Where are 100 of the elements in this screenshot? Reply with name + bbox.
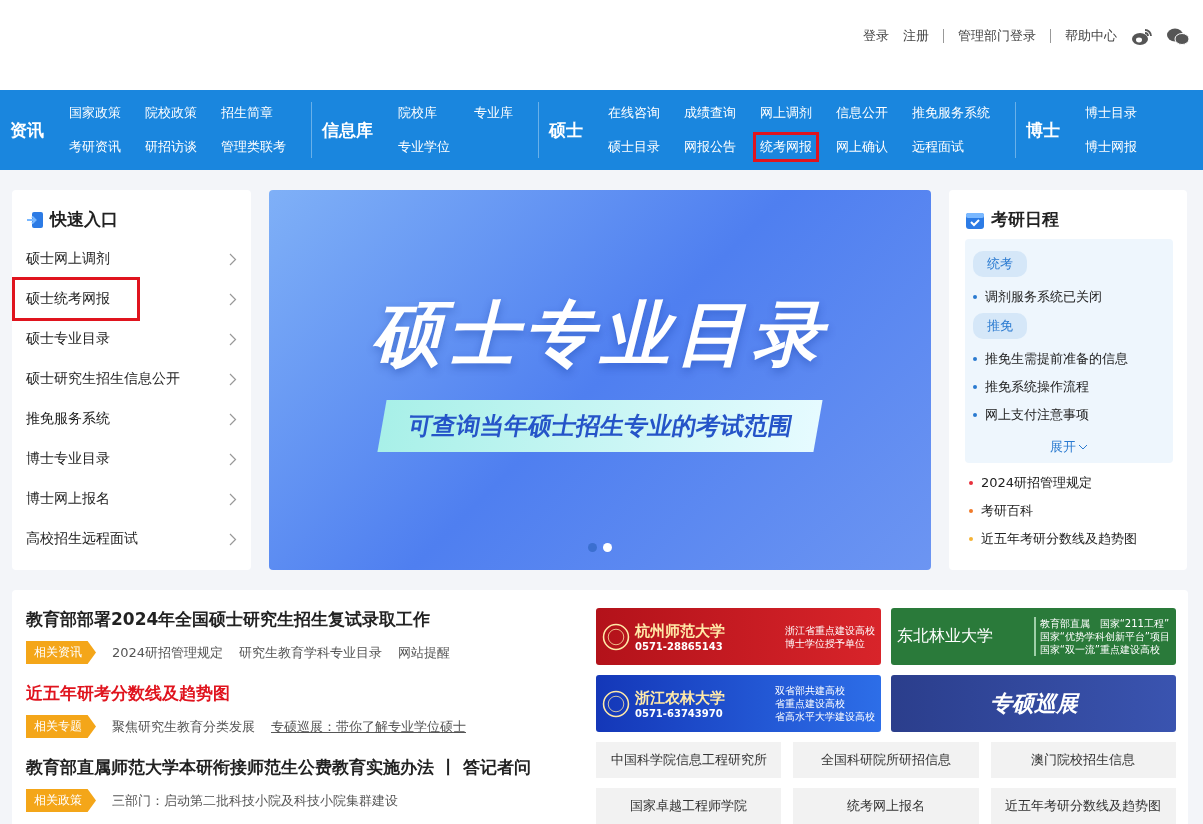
quick-link-button[interactable]: 全国科研院所研招信息 <box>793 742 979 778</box>
news-link[interactable]: 三部门：启动第二批科技小院及科技小院集群建设 <box>112 791 398 810</box>
nav-link[interactable]: 院校库 <box>391 98 457 128</box>
news-headline[interactable]: 教育部直属师范大学本研衔接师范生公费教育实施办法 丨 答记者问 <box>26 756 586 779</box>
nav-section-title: 信息库 <box>322 118 373 142</box>
banner-title: 浙江农林大学 <box>635 688 725 708</box>
banner-phone: 0571-63743970 <box>635 707 724 719</box>
ad-banner[interactable]: 杭州师范大学 0571-28865143 浙江省重点建设高校 博士学位授予单位 <box>596 608 881 665</box>
banner-phone: 0571-28865143 <box>635 640 724 652</box>
nav-section-title: 硕士 <box>549 118 583 142</box>
quick-link-button[interactable]: 近五年考研分数线及趋势图 <box>990 788 1176 824</box>
banner-text: 省重点建设高校 <box>775 697 846 710</box>
news-link[interactable]: 2024研招管理规定 <box>112 643 224 662</box>
news-tag: 相关资讯 <box>26 641 96 664</box>
card-title: 考研日程 <box>991 208 1059 231</box>
carousel-slide[interactable]: 硕士专业目录 可查询当年硕士招生专业的考试范围 <box>269 190 931 570</box>
wechat-icon[interactable] <box>1167 28 1189 46</box>
nav-link[interactable]: 成绩查询 <box>677 98 743 128</box>
nav-link[interactable]: 博士网报 <box>1078 132 1144 162</box>
schedule-link[interactable]: 近五年考研分数线及趋势图 <box>981 530 1137 548</box>
nav-link[interactable]: 网报公告 <box>677 132 743 162</box>
ad-banner[interactable]: 浙江农林大学 0571-63743970 双省部共建高校 省重点建设高校 省高水平大学建设高校 <box>596 675 881 732</box>
nav-link[interactable]: 网上调剂 <box>753 98 819 128</box>
schedule-link[interactable]: 推免生需提前准备的信息 <box>985 350 1128 368</box>
nav-link[interactable]: 国家政策 <box>62 98 128 128</box>
bullet-icon <box>973 413 977 417</box>
banner-text: 浙江省重点建设高校 <box>785 623 875 637</box>
banner-text: 双省部共建高校 <box>775 684 846 697</box>
schedule-link[interactable]: 考研百科 <box>981 502 1033 520</box>
ad-banner[interactable]: 东北林业大学 教育部直属 国家“211工程” 国家“优势学科创新平台”项目 国家“双一流”重点建设高校 <box>891 608 1176 665</box>
category-tag: 统考 <box>973 251 1027 277</box>
nav-link[interactable]: 硕士目录 <box>601 132 667 162</box>
schedule-link[interactable]: 2024研招管理规定 <box>981 474 1093 492</box>
nav-link[interactable]: 研招访谈 <box>138 132 204 162</box>
nav-link[interactable]: 博士目录 <box>1078 98 1144 128</box>
chevron-right-icon <box>229 452 237 466</box>
chevron-right-icon <box>229 492 237 506</box>
banner-text: 教育部直属 国家“211工程” <box>1039 617 1170 630</box>
header-link[interactable]: 帮助中心 <box>1065 26 1117 46</box>
nav-link[interactable]: 统考网报 <box>753 132 819 162</box>
quick-entry-link[interactable]: 硕士研究生招生信息公开 <box>26 370 180 388</box>
schedule-link[interactable]: 调剂服务系统已关闭 <box>985 288 1102 306</box>
quick-entry-link[interactable]: 硕士专业目录 <box>26 330 110 348</box>
bullet-icon <box>973 357 977 361</box>
nav-link[interactable]: 网上确认 <box>829 132 895 162</box>
chevron-right-icon <box>229 332 237 346</box>
category-tag: 推免 <box>973 313 1027 339</box>
news-headline[interactable]: 教育部部署2024年全国硕士研究生招生复试录取工作 <box>26 608 586 631</box>
quick-entry-link[interactable]: 博士网上报名 <box>26 490 110 508</box>
nav-link[interactable]: 专业学位 <box>391 132 457 162</box>
schedule-link[interactable]: 推免系统操作流程 <box>985 378 1089 396</box>
nav-link[interactable]: 推免服务系统 <box>905 98 997 128</box>
news-link[interactable]: 网站提醒 <box>398 643 451 662</box>
nav-link[interactable]: 考研资讯 <box>62 132 128 162</box>
quick-link-button[interactable]: 澳门院校招生信息 <box>990 742 1176 778</box>
banner-title: 东北林业大学 <box>897 626 993 647</box>
quick-link-button[interactable]: 国家卓越工程师学院 <box>596 788 782 824</box>
banner-title: 杭州师范大学 <box>635 621 725 641</box>
carousel-dot[interactable] <box>603 543 612 552</box>
nav-link[interactable]: 远程面试 <box>905 132 997 162</box>
quick-link-button[interactable]: 中国科学院信息工程研究所 <box>596 742 782 778</box>
nav-link[interactable]: 在线咨询 <box>601 98 667 128</box>
quick-entry-link[interactable]: 硕士网上调剂 <box>26 250 110 268</box>
chevron-right-icon <box>229 252 237 266</box>
news-link[interactable]: 专硕巡展：带你了解专业学位硕士 <box>271 717 466 736</box>
quick-entry-link[interactable]: 硕士统考网报 <box>26 290 110 308</box>
header-link[interactable]: 管理部门登录 <box>958 26 1036 46</box>
news-tag: 相关政策 <box>26 789 96 812</box>
chevron-right-icon <box>229 292 237 306</box>
ad-banner[interactable]: 专硕巡展 <box>891 675 1176 732</box>
bullet-icon <box>973 295 977 299</box>
banner-text: 国家“双一流”重点建设高校 <box>1039 643 1161 656</box>
header-link[interactable]: 登录 <box>863 26 889 46</box>
slide-title: 硕士专业目录 <box>372 292 828 377</box>
weibo-icon[interactable] <box>1131 28 1153 46</box>
quick-entry-link[interactable]: 博士专业目录 <box>26 450 110 468</box>
expand-button[interactable]: 展开 <box>1044 437 1094 457</box>
banner-text: 博士学位授予单位 <box>785 636 866 650</box>
nav-link[interactable]: 管理类联考 <box>214 132 293 162</box>
nav-section-title: 博士 <box>1026 118 1060 142</box>
nav-section-title: 资讯 <box>10 118 44 142</box>
chevron-right-icon <box>229 412 237 426</box>
news-link[interactable]: 研究生教育学科专业目录 <box>239 643 383 662</box>
news-link[interactable]: 聚焦研究生教育分类发展 <box>112 717 255 736</box>
nav-link[interactable]: 信息公开 <box>829 98 895 128</box>
news-headline[interactable]: 近五年研考分数线及趋势图 <box>26 682 586 705</box>
news-tag: 相关专题 <box>26 715 96 738</box>
banner-text: 省高水平大学建设高校 <box>775 710 875 723</box>
slide-subtitle: 可查询当年硕士招生专业的考试范围 <box>377 400 823 452</box>
card-title: 快速入口 <box>50 208 118 231</box>
nav-link[interactable]: 专业库 <box>467 98 520 128</box>
carousel-dot[interactable] <box>588 543 597 552</box>
nav-link[interactable]: 招生简章 <box>214 98 293 128</box>
header-link[interactable]: 注册 <box>903 26 929 46</box>
quick-entry-link[interactable]: 高校招生远程面试 <box>26 530 138 548</box>
chevron-right-icon <box>229 372 237 386</box>
quick-entry-link[interactable]: 推免服务系统 <box>26 410 110 428</box>
nav-link[interactable]: 院校政策 <box>138 98 204 128</box>
schedule-link[interactable]: 网上支付注意事项 <box>985 406 1089 424</box>
quick-link-button[interactable]: 统考网上报名 <box>793 788 979 824</box>
